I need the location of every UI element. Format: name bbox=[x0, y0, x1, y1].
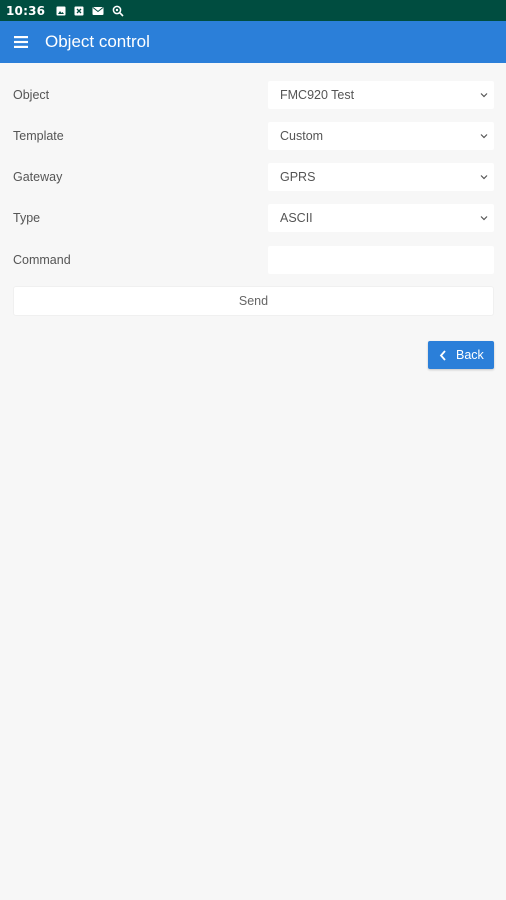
search-location-icon bbox=[112, 5, 124, 17]
notification-icon bbox=[74, 6, 84, 16]
status-bar: 10:36 bbox=[0, 0, 506, 21]
command-input[interactable] bbox=[268, 246, 494, 274]
object-label: Object bbox=[13, 88, 50, 102]
object-select-value: FMC920 Test bbox=[280, 88, 355, 102]
chevron-down-icon bbox=[480, 93, 488, 98]
form-row-gateway: Gateway GPRS bbox=[0, 163, 506, 191]
mail-icon bbox=[92, 6, 104, 16]
form-row-command: Command bbox=[0, 246, 506, 274]
form-row-object: Object FMC920 Test bbox=[0, 81, 506, 109]
template-label: Template bbox=[13, 129, 64, 143]
type-label: Type bbox=[13, 211, 41, 225]
status-icons bbox=[56, 5, 124, 17]
chevron-left-icon bbox=[439, 349, 446, 361]
chevron-down-icon bbox=[480, 134, 488, 139]
chevron-down-icon bbox=[480, 216, 488, 221]
image-icon bbox=[56, 6, 66, 16]
gateway-select[interactable]: GPRS bbox=[268, 163, 494, 191]
form-row-template: Template Custom bbox=[0, 122, 506, 150]
hamburger-menu-icon[interactable] bbox=[0, 21, 42, 63]
form-row-type: Type ASCII bbox=[0, 204, 506, 232]
app-bar: Object control bbox=[0, 21, 506, 63]
page-title: Object control bbox=[45, 32, 150, 51]
back-button-label: Back bbox=[456, 348, 484, 362]
back-button[interactable]: Back bbox=[428, 341, 494, 369]
gateway-label: Gateway bbox=[13, 170, 63, 184]
type-select-value: ASCII bbox=[280, 211, 313, 225]
object-select[interactable]: FMC920 Test bbox=[268, 81, 494, 109]
type-select[interactable]: ASCII bbox=[268, 204, 494, 232]
gateway-select-value: GPRS bbox=[280, 170, 316, 184]
template-select-value: Custom bbox=[280, 129, 324, 143]
template-select[interactable]: Custom bbox=[268, 122, 494, 150]
command-label: Command bbox=[13, 253, 71, 267]
chevron-down-icon bbox=[480, 175, 488, 180]
send-button[interactable]: Send bbox=[14, 287, 493, 315]
status-time: 10:36 bbox=[6, 3, 46, 18]
